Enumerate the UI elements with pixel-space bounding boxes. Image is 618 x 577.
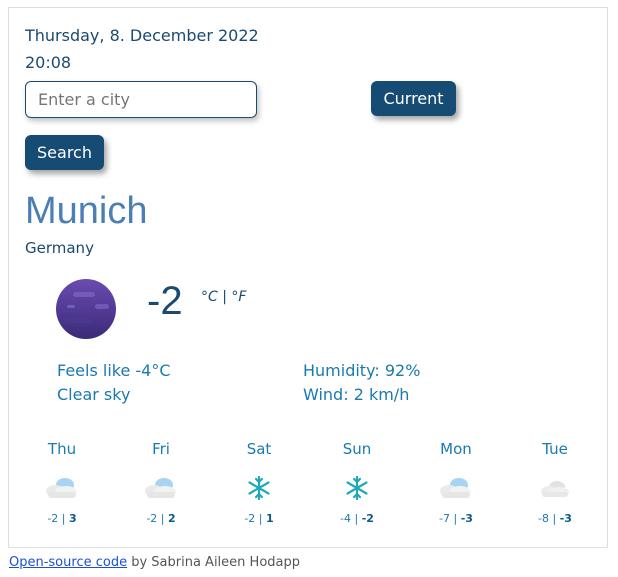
forecast-temps: -2 | 1 [244,512,274,525]
wind-speed: Wind: 2 km/h [303,385,410,404]
forecast-min: -2 [244,512,256,525]
forecast-min: -2 [146,512,158,525]
unit-separator: | [222,289,227,305]
forecast-min: -2 [47,512,59,525]
forecast-temps: -2 | 2 [146,512,176,525]
cloud-icon [46,478,77,498]
country-name: Germany [25,239,94,257]
gray-cloud-icon [541,481,569,497]
forecast-temps: -7 | -3 [439,512,473,525]
weather-card: Thursday, 8. December 2022 20:08 Current… [8,7,608,548]
forecast-min: -4 [340,512,352,525]
current-time: 20:08 [25,53,72,72]
search-button[interactable]: Search [25,135,104,170]
forecast-min: -8 [538,512,550,525]
forecast-temps: -4 | -2 [340,512,374,525]
forecast-temps: -2 | 3 [47,512,77,525]
snowflake-icon [346,475,368,501]
forecast-day: Sat -2 | 1 [224,440,294,525]
forecast-day-name: Fri [152,440,170,458]
forecast-day: Mon -7 | -3 [421,440,491,525]
forecast-temps: -8 | -3 [538,512,572,525]
snowflake-icon [248,475,270,501]
forecast-max: -3 [460,512,473,525]
author-credit: by Sabrina Aileen Hodapp [127,555,300,570]
forecast-day-name: Thu [47,440,77,458]
forecast-max: -2 [361,512,374,525]
unit-toggle: °C | °F [201,289,246,305]
feels-like: Feels like -4°C [57,361,171,380]
forecast-max: -3 [559,512,572,525]
forecast-day: Tue -8 | -3 [520,440,590,525]
forecast-day: Sun -4 | -2 [322,440,392,525]
forecast-day-name: Mon [440,440,472,458]
source-code-link[interactable]: Open-source code [9,555,127,570]
current-location-button[interactable]: Current [371,81,456,116]
forecast-day: Thu -2 | 3 [27,440,97,525]
celsius-link[interactable]: °C [201,289,218,305]
current-temperature: -2 [147,279,183,323]
forecast-day-name: Tue [542,440,568,458]
weather-description: Clear sky [57,385,131,404]
forecast-min: -7 [439,512,451,525]
footer: Open-source code by Sabrina Aileen Hodap… [9,555,300,570]
city-search-input[interactable] [25,81,257,118]
forecast-max: 2 [168,512,176,525]
forecast-max: 3 [69,512,77,525]
forecast-day: Fri -2 | 2 [126,440,196,525]
night-clear-icon [56,279,116,339]
humidity: Humidity: 92% [303,361,421,380]
forecast-day-name: Sun [342,440,372,458]
forecast-max: 1 [266,512,274,525]
city-name: Munich [25,190,148,232]
fahrenheit-link[interactable]: °F [231,289,246,305]
current-date: Thursday, 8. December 2022 [25,26,259,45]
forecast-day-name: Sat [246,440,272,458]
cloud-icon [145,478,176,498]
cloud-icon [440,478,471,498]
